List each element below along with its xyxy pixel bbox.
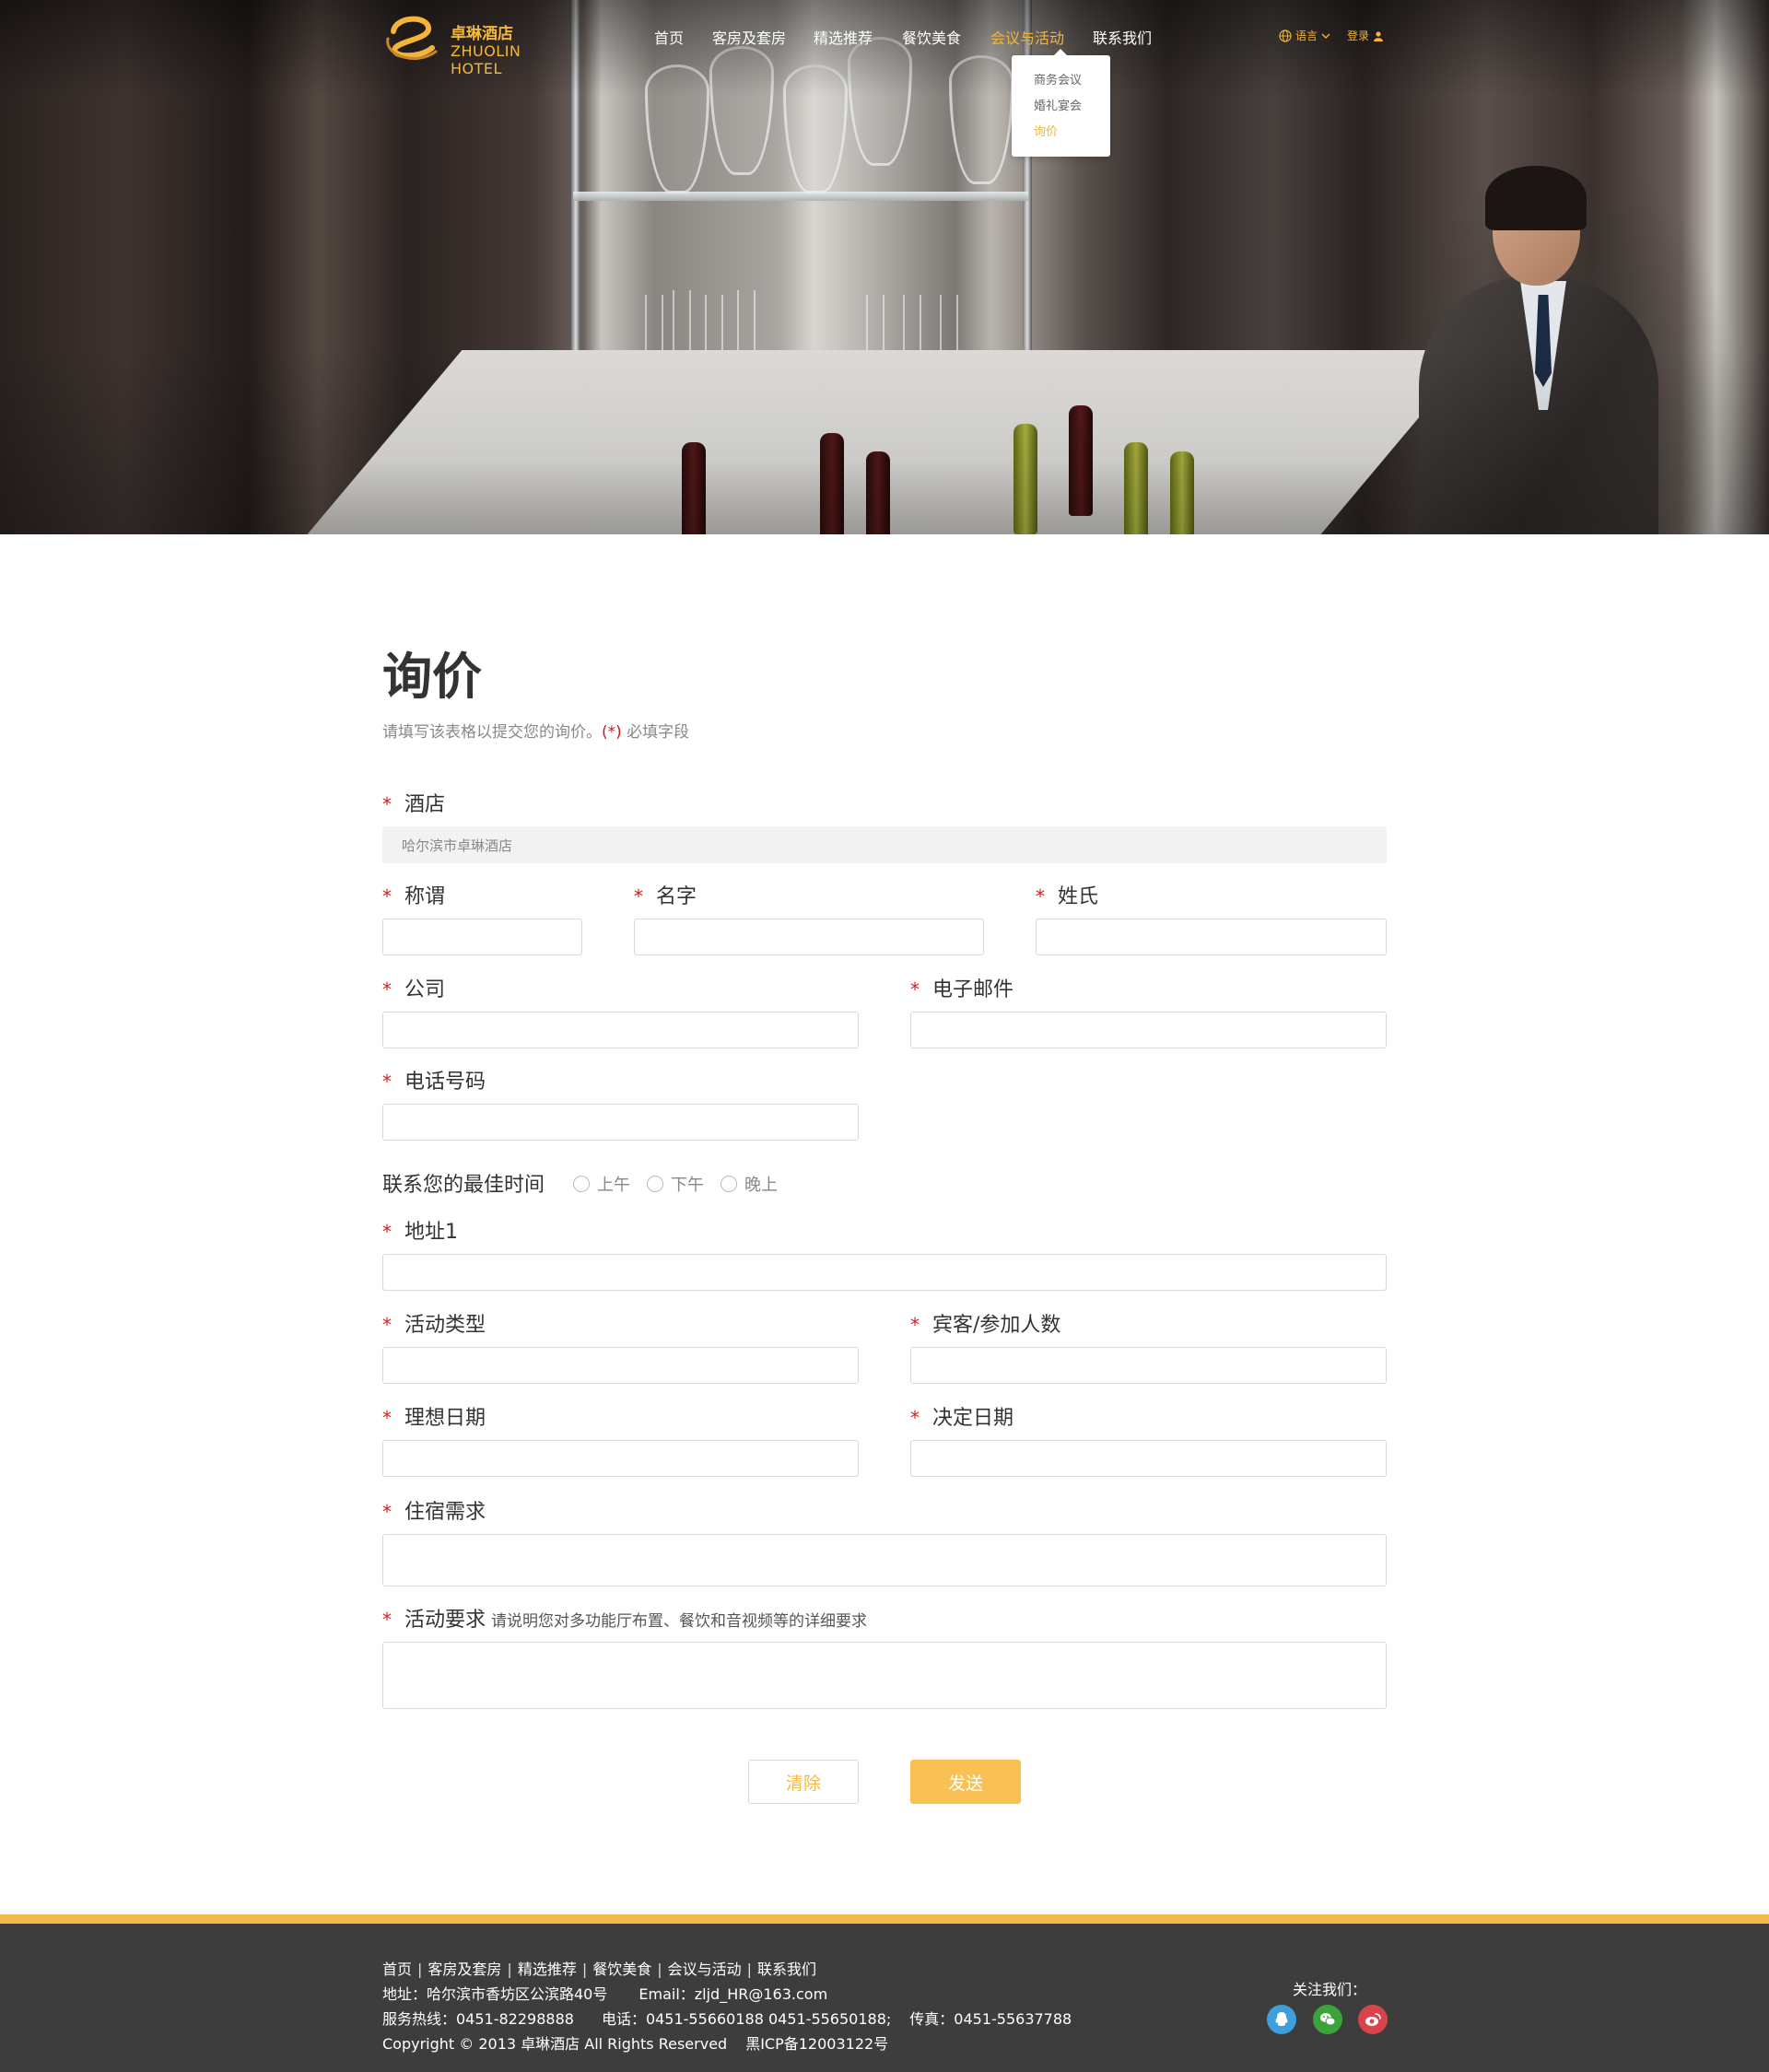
user-icon — [1374, 30, 1384, 41]
ideal-date-label: * 理想日期 — [382, 1407, 486, 1430]
footer-address-line: 地址：哈尔滨市香坊区公滨路40号 Email：zljd_HR@163.com — [382, 1985, 828, 2003]
login-link[interactable]: 登录 — [1347, 28, 1384, 43]
nav-featured[interactable]: 精选推荐 — [814, 26, 873, 48]
salutation-label: * 称谓 — [382, 885, 446, 908]
footer-links: 首页 | 客房及套房 | 精选推荐 | 餐饮美食 | 会议与活动 | 联系我们 — [382, 1961, 817, 1978]
follow-us-label: 关注我们： — [1293, 1981, 1367, 1998]
form-subtitle: 请填写该表格以提交您的询价。(*) 必填字段 — [382, 723, 690, 742]
radio-evening[interactable]: 晚上 — [720, 1172, 778, 1196]
language-label: 语言 — [1295, 29, 1318, 42]
best-time-radio-group: 上午 下午 晚上 — [573, 1172, 778, 1196]
first-name-label: * 名字 — [634, 885, 697, 908]
decision-date-label: * 决定日期 — [910, 1407, 1014, 1430]
email-field[interactable] — [910, 1012, 1387, 1048]
nav-dining[interactable]: 餐饮美食 — [902, 26, 961, 48]
footer-link-featured[interactable]: 精选推荐 — [518, 1961, 577, 1978]
address-label: * 地址1 — [382, 1221, 458, 1244]
company-label: * 公司 — [382, 978, 446, 1001]
hero-banner — [0, 0, 1769, 534]
event-type-label: * 活动类型 — [382, 1314, 486, 1337]
dropdown-item-inquiry[interactable]: 询价 — [1012, 122, 1110, 147]
dropdown-item-business-meetings[interactable]: 商务会议 — [1012, 70, 1110, 96]
radio-afternoon[interactable]: 下午 — [647, 1172, 704, 1196]
radio-circle-icon — [573, 1176, 590, 1192]
globe-icon — [1279, 29, 1292, 42]
send-button[interactable]: 发送 — [910, 1760, 1021, 1804]
guests-field[interactable] — [910, 1347, 1387, 1384]
logo-mark-icon — [386, 16, 438, 60]
nav-meetings-events[interactable]: 会议与活动 — [990, 26, 1064, 48]
nav-contact[interactable]: 联系我们 — [1093, 26, 1152, 48]
accommodation-label: * 住宿需求 — [382, 1501, 486, 1524]
hotel-logo[interactable]: 卓琳酒店 ZHUOLIN HOTEL — [382, 11, 576, 77]
best-time-label: 联系您的最佳时间 — [382, 1174, 545, 1197]
ideal-date-field[interactable] — [382, 1440, 859, 1477]
footer-link-meetings[interactable]: 会议与活动 — [668, 1961, 742, 1978]
meetings-dropdown-menu: 商务会议 婚礼宴会 询价 — [1012, 49, 1110, 157]
last-name-field[interactable] — [1036, 919, 1387, 955]
decision-date-field[interactable] — [910, 1440, 1387, 1477]
footer-link-home[interactable]: 首页 — [382, 1961, 412, 1978]
footer-link-rooms[interactable]: 客房及套房 — [428, 1961, 501, 1978]
radio-morning[interactable]: 上午 — [573, 1172, 630, 1196]
phone-label: * 电话号码 — [382, 1071, 486, 1094]
brand-name-cn: 卓琳酒店 — [451, 25, 513, 43]
event-requirements-label: * 活动要求 请说明您对多功能厅布置、餐饮和音视频等的详细要求 — [382, 1609, 868, 1632]
chevron-down-icon — [1321, 33, 1330, 39]
hotel-label: * 酒店 — [382, 793, 446, 816]
nav-home[interactable]: 首页 — [654, 26, 684, 48]
radio-circle-icon — [720, 1176, 737, 1192]
last-name-label: * 姓氏 — [1036, 885, 1099, 908]
company-field[interactable] — [382, 1012, 859, 1048]
hotel-field[interactable] — [382, 826, 1387, 863]
guests-label: * 宾客/参加人数 — [910, 1314, 1061, 1337]
footer-copyright-line: Copyright © 2013 卓琳酒店 All Rights Reserve… — [382, 2035, 889, 2053]
weibo-icon[interactable] — [1358, 2005, 1388, 2034]
first-name-field[interactable] — [634, 919, 984, 955]
login-label: 登录 — [1347, 29, 1370, 42]
dropdown-item-weddings[interactable]: 婚礼宴会 — [1012, 96, 1110, 122]
language-selector[interactable]: 语言 — [1279, 28, 1330, 43]
brand-name-en: ZHUOLIN HOTEL — [451, 42, 521, 77]
accommodation-field[interactable] — [382, 1534, 1387, 1586]
page-title: 询价 — [382, 647, 482, 706]
salutation-field[interactable] — [382, 919, 582, 955]
footer: 首页 | 客房及套房 | 精选推荐 | 餐饮美食 | 会议与活动 | 联系我们 地址：哈尔滨市香坊区… — [0, 1914, 1769, 2072]
wechat-icon[interactable] — [1313, 2005, 1342, 2034]
event-requirements-field[interactable] — [382, 1642, 1387, 1709]
radio-circle-icon — [647, 1176, 663, 1192]
address-field[interactable] — [382, 1254, 1387, 1291]
phone-field[interactable] — [382, 1104, 859, 1141]
event-type-field[interactable] — [382, 1347, 859, 1384]
clear-button[interactable]: 清除 — [748, 1760, 859, 1804]
footer-link-dining[interactable]: 餐饮美食 — [592, 1961, 651, 1978]
email-label: * 电子邮件 — [910, 978, 1014, 1001]
footer-phone-line: 服务热线：0451-82298888 电话：0451-55660188 0451-… — [382, 2010, 1072, 2028]
footer-link-contact[interactable]: 联系我们 — [757, 1961, 816, 1978]
nav-rooms[interactable]: 客房及套房 — [712, 26, 786, 48]
qq-icon[interactable] — [1267, 2005, 1296, 2034]
